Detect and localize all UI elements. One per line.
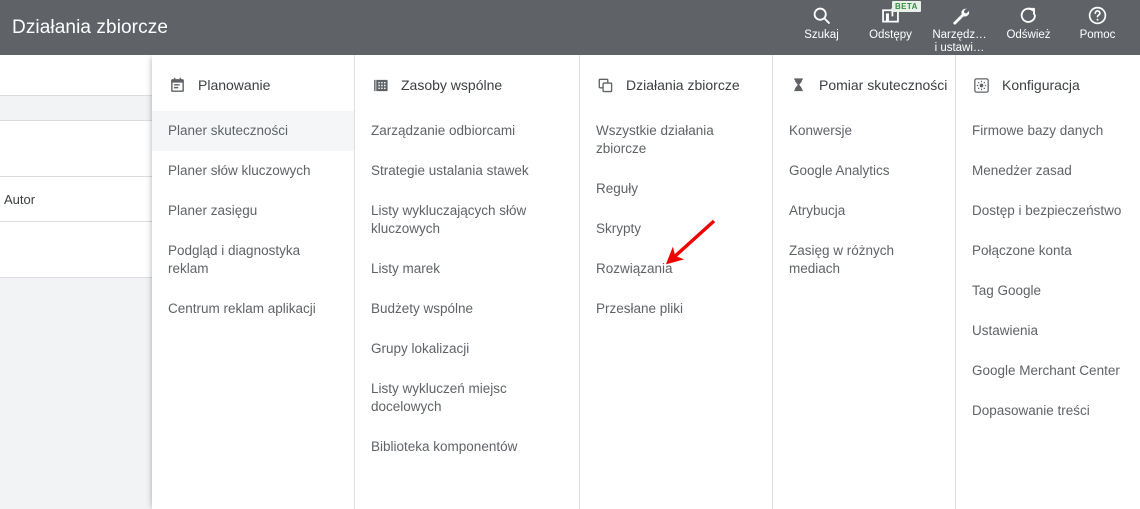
search-button[interactable]: Szukaj <box>787 0 856 42</box>
tools-and-settings-menu-panel: Planowanie Planer skuteczności Planer sł… <box>152 55 1140 509</box>
bg-divider <box>0 176 160 177</box>
wrench-icon <box>949 4 970 26</box>
menu-item-ustawienia[interactable]: Ustawienia <box>956 311 1140 351</box>
spacing-label: Odstępy <box>869 29 912 41</box>
search-label: Szukaj <box>804 29 839 41</box>
menu-item-firmowe-bazy-danych[interactable]: Firmowe bazy danych <box>956 111 1140 151</box>
app-root: Autor Planowanie Planer skuteczności Pla… <box>0 0 1140 509</box>
refresh-label: Odśwież <box>1006 29 1051 41</box>
hourglass-icon <box>789 76 807 94</box>
menu-item-planer-slow-kluczowych[interactable]: Planer słów kluczowych <box>152 151 354 191</box>
menu-item-wszystkie-dzialania-zbiorcze[interactable]: Wszystkie działania zbiorcze <box>580 111 772 169</box>
tools-label-line2: i ustawi… <box>934 42 985 54</box>
bg-toolbar-strip <box>0 96 160 120</box>
menu-column-zasoby-wspolne: Zasoby wspólne Zarządzanie odbiorcami St… <box>355 55 580 509</box>
menu-column-planowanie: Planowanie Planer skuteczności Planer sł… <box>152 55 355 509</box>
menu-column-title: Planowanie <box>198 77 271 93</box>
menu-item-skrypty[interactable]: Skrypty <box>580 209 772 249</box>
menu-column-title: Działania zbiorcze <box>626 77 740 93</box>
menu-item-konwersje[interactable]: Konwersje <box>773 111 955 151</box>
spacing-button[interactable]: BETA Odstępy <box>856 0 925 42</box>
tools-and-settings-label: Narzędz… i ustawi… <box>928 29 992 55</box>
menu-item-google-analytics[interactable]: Google Analytics <box>773 151 955 191</box>
refresh-icon <box>1018 4 1039 26</box>
tools-and-settings-button[interactable]: Narzędz… i ustawi… <box>925 0 994 55</box>
menu-column-header: Zasoby wspólne <box>371 73 579 97</box>
menu-item-grupy-lokalizacji[interactable]: Grupy lokalizacji <box>355 329 579 369</box>
page-title: Działania zbiorcze <box>12 16 168 38</box>
menu-column-dzialania-zbiorcze: Działania zbiorcze Wszystkie działania z… <box>580 55 773 509</box>
library-icon <box>371 76 389 94</box>
menu-item-przeslane-pliki[interactable]: Przesłane pliki <box>580 289 772 329</box>
menu-item-tag-google[interactable]: Tag Google <box>956 271 1140 311</box>
menu-item-planer-skutecznosci[interactable]: Planer skuteczności <box>152 111 354 151</box>
help-label: Pomoc <box>1079 29 1116 41</box>
menu-item-budzety-wspolne[interactable]: Budżety wspólne <box>355 289 579 329</box>
tools-label-line1: Narzędz… <box>932 29 987 41</box>
menu-item-biblioteka-komponentow[interactable]: Biblioteka komponentów <box>355 427 579 467</box>
menu-item-podglad-i-diagnostyka-reklam[interactable]: Podgląd i diagnostyka reklam <box>152 231 354 289</box>
menu-column-title: Pomiar skuteczności <box>819 77 948 93</box>
menu-column-header: Działania zbiorcze <box>596 73 772 97</box>
bg-cell-author: Autor <box>4 192 36 207</box>
menu-item-centrum-reklam-aplikacji[interactable]: Centrum reklam aplikacji <box>152 289 354 329</box>
menu-item-google-merchant-center[interactable]: Google Merchant Center <box>956 351 1140 391</box>
menu-item-atrybucja[interactable]: Atrybucja <box>773 191 955 231</box>
bg-divider <box>0 221 160 222</box>
menu-item-zasieg-w-roznych-mediach[interactable]: Zasięg w różnych mediach <box>773 231 955 289</box>
menu-item-zarzadzanie-odbiorcami[interactable]: Zarządzanie odbiorcami <box>355 111 579 151</box>
refresh-button[interactable]: Odśwież <box>994 0 1063 42</box>
bg-divider <box>0 120 160 121</box>
background-page: Autor <box>0 55 160 509</box>
copy-icon <box>596 76 614 94</box>
menu-item-dostep-i-bezpieczenstwo[interactable]: Dostęp i bezpieczeństwo <box>956 191 1140 231</box>
menu-column-header: Planowanie <box>168 73 354 97</box>
menu-column-header: Pomiar skuteczności <box>789 73 955 97</box>
menu-column-title: Konfiguracja <box>1002 77 1080 93</box>
menu-item-menedzer-zasad[interactable]: Menedżer zasad <box>956 151 1140 191</box>
menu-item-listy-marek[interactable]: Listy marek <box>355 249 579 289</box>
menu-item-dopasowanie-tresci[interactable]: Dopasowanie treści <box>956 391 1140 431</box>
calendar-icon <box>168 76 186 94</box>
menu-item-rozwiazania[interactable]: Rozwiązania <box>580 249 772 289</box>
help-button[interactable]: Pomoc <box>1063 0 1132 42</box>
beta-badge: BETA <box>892 1 921 12</box>
menu-item-polaczone-konta[interactable]: Połączone konta <box>956 231 1140 271</box>
top-app-bar: Działania zbiorcze Szukaj BETA Odstępy N… <box>0 0 1140 55</box>
menu-column-konfiguracja: Konfiguracja Firmowe bazy danych Menedże… <box>956 55 1140 509</box>
help-icon <box>1087 4 1108 26</box>
menu-column-header: Konfiguracja <box>972 73 1140 97</box>
gear-square-icon <box>972 76 990 94</box>
search-icon <box>811 4 832 26</box>
top-bar-actions: Szukaj BETA Odstępy Narzędz… i ustawi… O… <box>787 0 1140 55</box>
menu-column-pomiar-skutecznosci: Pomiar skuteczności Konwersje Google Ana… <box>773 55 956 509</box>
bg-lower-shade <box>0 278 160 509</box>
menu-item-strategie-ustalania-stawek[interactable]: Strategie ustalania stawek <box>355 151 579 191</box>
menu-item-planer-zasiegu[interactable]: Planer zasięgu <box>152 191 354 231</box>
menu-item-listy-wykluczajacych-slow-kluczowych[interactable]: Listy wykluczających słów kluczowych <box>355 191 579 249</box>
menu-item-reguly[interactable]: Reguły <box>580 169 772 209</box>
menu-column-title: Zasoby wspólne <box>401 77 503 93</box>
menu-item-listy-wykluczen-miejsc-docelowych[interactable]: Listy wykluczeń miejsc docelowych <box>355 369 579 427</box>
